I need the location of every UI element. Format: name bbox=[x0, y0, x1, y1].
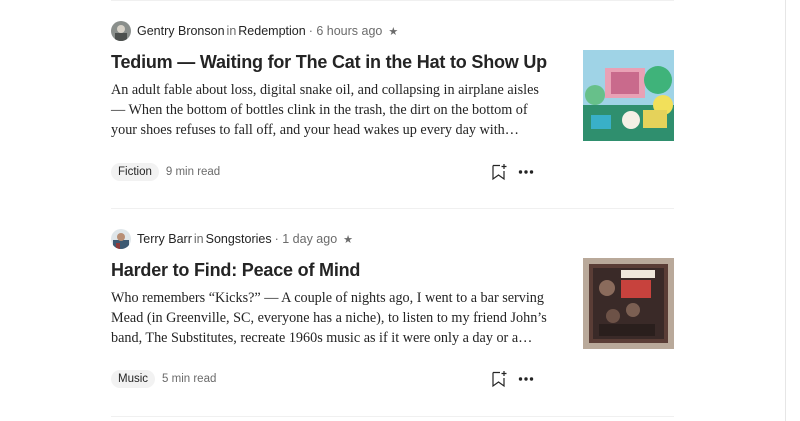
article-actions bbox=[489, 162, 536, 182]
article-thumbnail[interactable] bbox=[583, 50, 674, 141]
bookmark-plus-icon[interactable] bbox=[489, 162, 509, 182]
topic-tag[interactable]: Fiction bbox=[111, 163, 159, 181]
author-name[interactable]: Terry Barr bbox=[137, 232, 192, 246]
article-actions bbox=[489, 369, 536, 389]
read-time: 5 min read bbox=[162, 373, 217, 385]
more-horizontal-icon[interactable] bbox=[516, 162, 536, 182]
excerpt-line: An adult fable about loss, digital snake… bbox=[111, 82, 539, 98]
author-name[interactable]: Gentry Bronson bbox=[137, 24, 225, 38]
publication-name[interactable]: Redemption bbox=[238, 24, 305, 38]
article-meta: Gentry Bronson in Redemption · 6 hours a… bbox=[111, 21, 398, 41]
article-excerpt[interactable]: An adult fable about loss, digital snake… bbox=[111, 80, 551, 140]
article-footer: Fiction 9 min read bbox=[111, 161, 551, 183]
publication-name[interactable]: Songstories bbox=[206, 232, 272, 246]
author-avatar[interactable] bbox=[111, 21, 131, 41]
topic-tag[interactable]: Music bbox=[111, 370, 156, 388]
author-avatar[interactable] bbox=[111, 229, 131, 249]
article-excerpt[interactable]: Who remembers “Kicks?” — A couple of nig… bbox=[111, 288, 551, 348]
article-title[interactable]: Harder to Find: Peace of Mind bbox=[111, 260, 360, 281]
excerpt-line: your shoes refuses to fall off, and your… bbox=[111, 122, 519, 138]
article-thumbnail[interactable] bbox=[583, 258, 674, 349]
excerpt-line: band, The Substitutes, recreate 1960s mu… bbox=[111, 330, 533, 346]
more-horizontal-icon[interactable] bbox=[516, 369, 536, 389]
member-star-icon: ★ bbox=[388, 25, 399, 38]
excerpt-line: Mead (in Greenville, SC, everyone has a … bbox=[111, 310, 547, 326]
in-label: in bbox=[193, 232, 204, 246]
article-meta: Terry Barr in Songstories · 1 day ago ★ bbox=[111, 229, 353, 249]
in-label: in bbox=[226, 24, 237, 38]
excerpt-line: — When the bottom of bottles clink in th… bbox=[111, 102, 528, 118]
divider bbox=[111, 416, 674, 417]
article-card[interactable]: Terry Barr in Songstories · 1 day ago ★ … bbox=[111, 208, 674, 416]
excerpt-line: Who remembers “Kicks?” — A couple of nig… bbox=[111, 290, 544, 306]
bookmark-plus-icon[interactable] bbox=[489, 369, 509, 389]
published-time: · 6 hours ago bbox=[308, 24, 383, 38]
published-time: · 1 day ago bbox=[274, 232, 338, 246]
page-scrollbar[interactable] bbox=[785, 0, 800, 421]
article-card[interactable]: Gentry Bronson in Redemption · 6 hours a… bbox=[111, 0, 674, 208]
read-time: 9 min read bbox=[165, 166, 221, 178]
article-footer: Music 5 min read bbox=[111, 368, 551, 390]
member-star-icon: ★ bbox=[343, 233, 354, 246]
article-title[interactable]: Tedium — Waiting for The Cat in the Hat … bbox=[111, 52, 547, 73]
